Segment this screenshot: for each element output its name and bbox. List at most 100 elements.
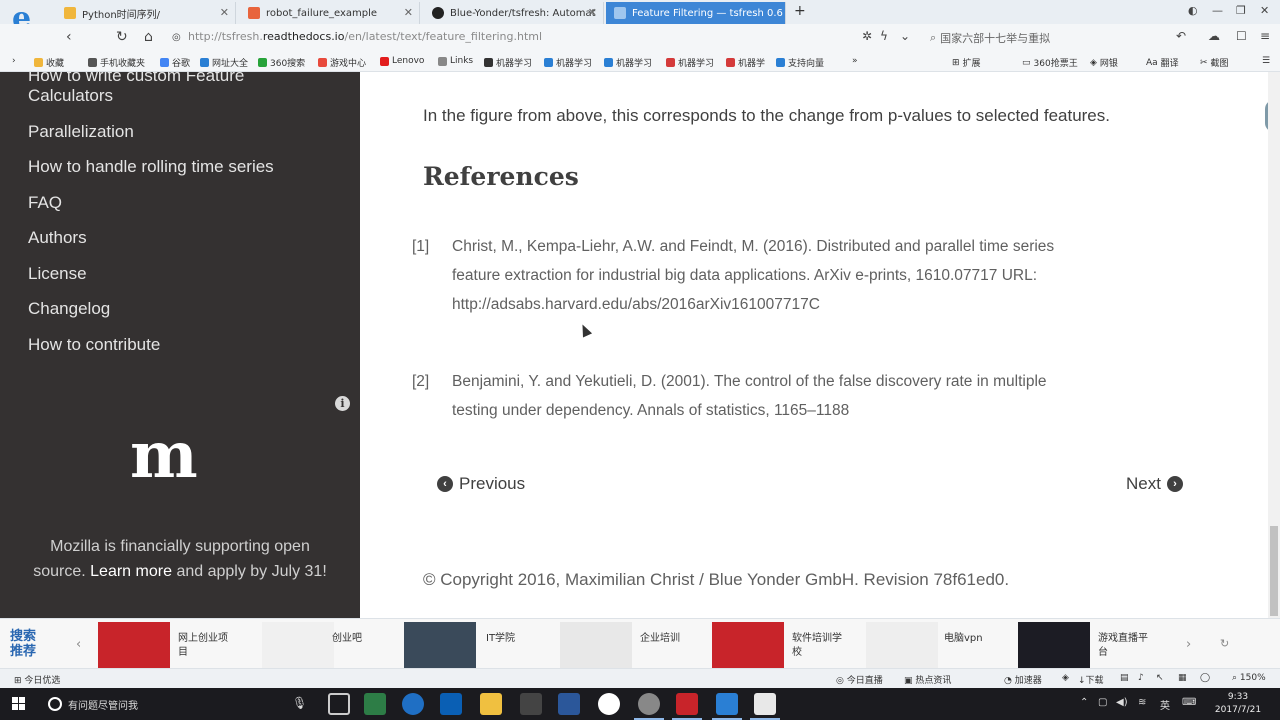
translate-button[interactable]: Aa 翻译 — [1146, 56, 1179, 70]
undo-icon[interactable]: ↶ — [1176, 29, 1186, 43]
news-link[interactable]: ▣ 热点资讯 — [904, 673, 951, 686]
cloud-icon[interactable]: ☁ — [1208, 29, 1220, 43]
nav-link-custom-feature-calculators[interactable]: How to write custom Feature — [28, 72, 244, 86]
recorder-icon[interactable] — [672, 693, 702, 720]
browser-tab-2[interactable]: robot_failure_example ✕ — [240, 2, 420, 24]
new-tab-button[interactable]: + — [794, 3, 806, 19]
bookmark-item[interactable]: 机器学习 — [604, 56, 652, 69]
nav-link-changelog[interactable]: Changelog — [28, 299, 110, 319]
taskbar-clock[interactable]: 9:33 2017/7/21 — [1210, 691, 1266, 717]
nav-link-license[interactable]: License — [28, 264, 87, 284]
screenshot-button[interactable]: ✂ 截图 — [1200, 56, 1229, 70]
ad-label[interactable]: 创业吧 — [332, 632, 362, 646]
browser-tab-1[interactable]: Python时间序列/ ✕ — [56, 2, 236, 24]
ad-thumbnail[interactable] — [404, 622, 476, 668]
toolbar-menu-icon[interactable]: ☰ — [1262, 56, 1270, 66]
tab-close-icon[interactable]: ✕ — [220, 6, 229, 19]
prev-arrow-icon[interactable]: ‹ — [76, 637, 81, 652]
taskbar-search-text[interactable]: 有问题尽管问我 — [68, 697, 138, 712]
nav-link-how-to-contribute[interactable]: How to contribute — [28, 335, 160, 355]
shield-icon[interactable]: ◈ — [1062, 673, 1069, 683]
browser-tab-3[interactable]: Blue-Yonder/tsfresh: Automat ✕ — [424, 2, 604, 24]
bank-button[interactable]: ◈ 网银 — [1090, 56, 1118, 70]
reload-icon[interactable]: ↻ — [116, 29, 128, 45]
today-picks-link[interactable]: ⊞ 今日优选 — [14, 673, 60, 686]
bookmark-item[interactable]: 收藏 — [34, 56, 64, 69]
player-icon[interactable] — [634, 693, 664, 720]
ad-thumbnail[interactable] — [262, 622, 334, 668]
app-icon[interactable] — [750, 693, 780, 720]
reference-url-link[interactable]: http://adsabs.harvard.edu/abs/2016arXiv1… — [452, 290, 1054, 319]
flash-icon[interactable]: ϟ — [880, 29, 888, 43]
next-button[interactable]: Next › — [1126, 474, 1183, 494]
back-arrow-icon[interactable]: ‹ — [66, 29, 72, 45]
wifi-icon[interactable]: ≋ — [1138, 697, 1146, 708]
bookmark-item[interactable]: 网址大全 — [200, 56, 248, 69]
ticket-button[interactable]: ▭ 360抢票王 — [1022, 56, 1078, 70]
mozilla-logo[interactable]: m — [130, 424, 198, 488]
input-language[interactable]: 英 — [1160, 697, 1170, 712]
ad-thumbnail[interactable] — [560, 622, 632, 668]
refresh-icon[interactable]: ↻ — [1220, 637, 1229, 650]
ad-label[interactable]: 游戏直播平台 — [1098, 632, 1148, 660]
task-view-icon[interactable] — [328, 693, 350, 715]
browser-tab-active[interactable]: Feature Filtering — tsfresh 0.6 — [606, 2, 786, 24]
ad-label[interactable]: 网上创业项目 — [178, 632, 234, 660]
nav-link-faq[interactable]: FAQ — [28, 193, 62, 213]
ad-thumbnail[interactable] — [712, 622, 784, 668]
nav-link-authors[interactable]: Authors — [28, 228, 87, 248]
ad-label[interactable]: 企业培训 — [640, 632, 680, 646]
close-window-icon[interactable]: ✕ — [1260, 4, 1269, 17]
minimize-icon[interactable]: — — [1212, 4, 1223, 17]
ad-thumbnail[interactable] — [98, 622, 170, 668]
bookmark-item[interactable]: 机器学习 — [666, 56, 714, 69]
word-icon[interactable] — [558, 693, 580, 715]
restore-icon[interactable]: ❐ — [1236, 4, 1246, 17]
bookmark-item[interactable]: 360搜索 — [258, 56, 305, 69]
bookmark-item[interactable]: 机器学 — [726, 56, 765, 69]
sound-icon[interactable]: ♪ — [1138, 673, 1144, 683]
live-link[interactable]: ◎ 今日直播 — [836, 673, 883, 686]
chrome-icon[interactable] — [598, 693, 620, 715]
extensions-button[interactable]: ⊞ 扩展 — [952, 56, 981, 70]
info-icon[interactable]: i — [335, 396, 350, 411]
windows-start-icon[interactable] — [12, 697, 26, 711]
menu-icon[interactable]: ≡ — [1260, 29, 1270, 43]
cortana-icon[interactable] — [48, 697, 62, 711]
reference-number[interactable]: [2] — [412, 367, 429, 396]
microphone-icon[interactable]: 🎙 — [292, 696, 307, 710]
ad-label[interactable]: 软件培训学校 — [792, 632, 842, 660]
page-scrollbar-thumb[interactable] — [1270, 526, 1278, 616]
zoom-reset-icon[interactable]: ◯ — [1200, 673, 1210, 683]
file-explorer-icon[interactable] — [480, 693, 502, 715]
accelerator-link[interactable]: ◔ 加速器 — [1004, 673, 1042, 686]
edge-icon[interactable] — [402, 693, 424, 715]
skin-icon[interactable]: ◐ — [1188, 4, 1198, 17]
app-icon[interactable] — [364, 693, 386, 715]
reference-number[interactable]: [1] — [412, 232, 429, 261]
home-icon[interactable]: ⌂ — [144, 29, 153, 45]
compat-icon[interactable]: ✲ — [862, 29, 872, 43]
keyboard-icon[interactable]: ⌨ — [1182, 697, 1196, 708]
ad-label[interactable]: 电脑vpn — [944, 632, 983, 646]
bookmark-item[interactable]: 机器学习 — [544, 56, 592, 69]
tab-close-icon[interactable]: ✕ — [404, 6, 413, 19]
bookmark-item[interactable]: Links — [438, 56, 473, 66]
browser-icon[interactable] — [712, 693, 742, 720]
zoom-level[interactable]: ⌕ 150% — [1232, 673, 1266, 683]
previous-button[interactable]: ‹ Previous — [437, 474, 525, 494]
network-icon[interactable]: ▢ — [1098, 697, 1107, 708]
bookmark-item[interactable]: 游戏中心 — [318, 56, 366, 69]
ad-thumbnail[interactable] — [1018, 622, 1090, 668]
next-arrow-icon[interactable]: › — [1186, 637, 1191, 652]
bookmark-item[interactable]: 机器学习 — [484, 56, 532, 69]
ad-label[interactable]: IT学院 — [486, 632, 515, 646]
bookmark-item[interactable]: Lenovo — [380, 56, 424, 66]
ad-thumbnail[interactable] — [866, 622, 938, 668]
layout-icon[interactable]: ▤ — [1120, 673, 1129, 683]
url-field[interactable]: http://tsfresh.readthedocs.io/en/latest/… — [188, 30, 542, 43]
nav-link-parallelization[interactable]: Parallelization — [28, 122, 134, 142]
tray-expand-icon[interactable]: ⌃ — [1080, 697, 1088, 708]
cursor-mode-icon[interactable]: ↖ — [1156, 673, 1164, 683]
bookmark-item[interactable]: 支持向量 — [776, 56, 824, 69]
